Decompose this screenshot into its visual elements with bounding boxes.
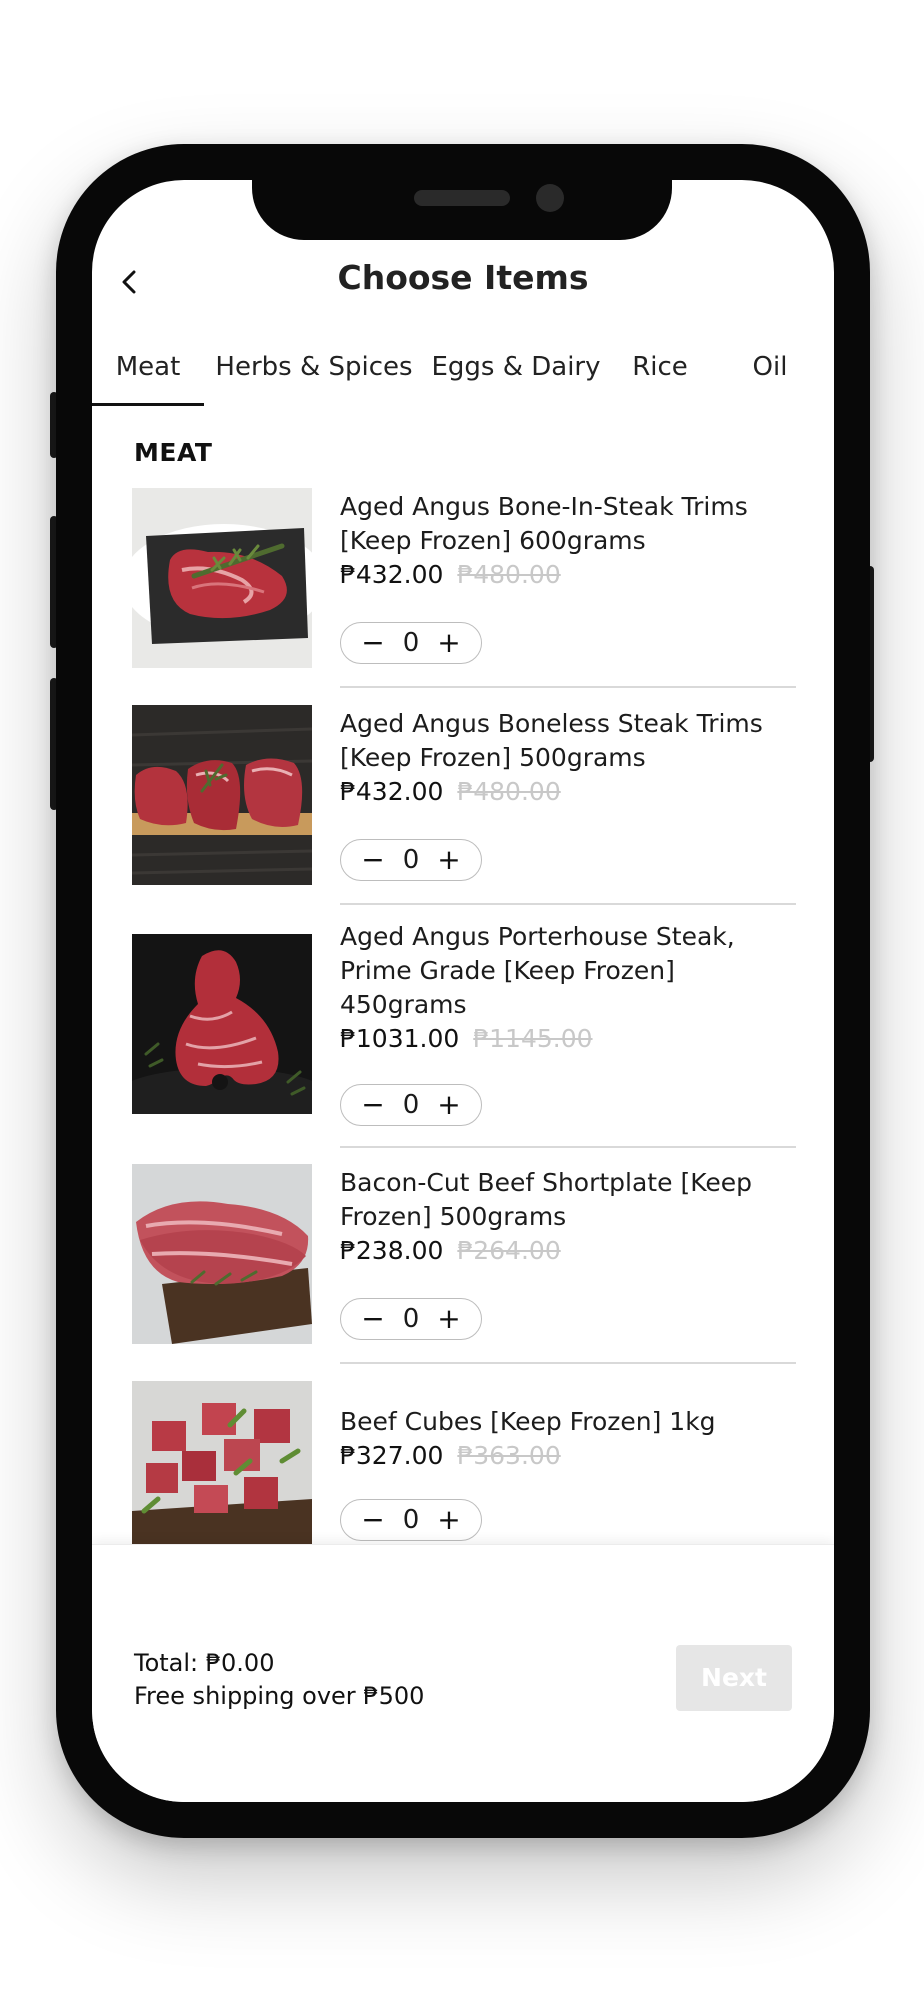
- section-title: MEAT: [134, 438, 213, 467]
- quantity-value: 0: [402, 1090, 420, 1120]
- product-name: Beef Cubes [Keep Frozen] 1kg: [340, 1407, 716, 1436]
- product-old-price: ₱363.00: [457, 1441, 561, 1470]
- checkout-footer: Total: ₱0.00 Free shipping over ₱500 Nex…: [92, 1544, 834, 1802]
- price-row: ₱327.00 ₱363.00: [340, 1439, 796, 1473]
- increase-quantity-button[interactable]: +: [429, 623, 469, 663]
- category-tabs: Meat Herbs & Spices Eggs & Dairy Rice Oi…: [92, 346, 834, 406]
- product-item: Aged Angus Boneless Steak Trims [Keep Fr…: [132, 705, 796, 905]
- increase-quantity-button[interactable]: +: [429, 1299, 469, 1339]
- divider: [340, 1146, 796, 1148]
- product-image-porterhouse-steak[interactable]: [132, 934, 312, 1114]
- tab-eggs-dairy[interactable]: Eggs & Dairy: [428, 346, 604, 406]
- product-price: ₱432.00: [340, 560, 444, 589]
- order-total: Total: ₱0.00: [134, 1649, 275, 1677]
- increase-quantity-button[interactable]: +: [429, 1500, 469, 1540]
- price-row: ₱1031.00 ₱1145.00: [340, 1022, 796, 1056]
- quantity-stepper: − 0 +: [340, 1084, 482, 1126]
- product-name: Aged Angus Porterhouse Steak, Prime Grad…: [340, 922, 735, 1019]
- increase-quantity-button[interactable]: +: [429, 840, 469, 880]
- product-info: Bacon-Cut Beef Shortplate [Keep Frozen] …: [340, 1166, 796, 1268]
- product-image-bone-in-steak[interactable]: [132, 488, 312, 668]
- quantity-stepper: − 0 +: [340, 622, 482, 664]
- front-camera: [536, 184, 564, 212]
- product-image-beef-cubes[interactable]: [132, 1381, 312, 1561]
- product-info: Aged Angus Bone-In-Steak Trims [Keep Fro…: [340, 490, 796, 592]
- speaker-grille: [414, 190, 510, 206]
- product-price: ₱327.00: [340, 1441, 444, 1470]
- quantity-value: 0: [402, 628, 420, 658]
- product-item: Aged Angus Porterhouse Steak, Prime Grad…: [132, 918, 796, 1148]
- tab-herbs-spices[interactable]: Herbs & Spices: [210, 346, 418, 406]
- product-price: ₱432.00: [340, 777, 444, 806]
- product-item: Aged Angus Bone-In-Steak Trims [Keep Fro…: [132, 488, 796, 688]
- divider: [340, 686, 796, 688]
- product-item: Bacon-Cut Beef Shortplate [Keep Frozen] …: [132, 1164, 796, 1364]
- shipping-note: Free shipping over ₱500: [134, 1682, 425, 1710]
- increase-quantity-button[interactable]: +: [429, 1085, 469, 1125]
- product-info: Beef Cubes [Keep Frozen] 1kg ₱327.00 ₱36…: [340, 1405, 796, 1473]
- divider: [340, 903, 796, 905]
- tab-oil[interactable]: Oil: [740, 346, 800, 406]
- product-name: Bacon-Cut Beef Shortplate [Keep Frozen] …: [340, 1168, 752, 1231]
- quantity-stepper: − 0 +: [340, 839, 482, 881]
- product-price: ₱1031.00: [340, 1024, 460, 1053]
- product-info: Aged Angus Boneless Steak Trims [Keep Fr…: [340, 707, 796, 809]
- product-price: ₱238.00: [340, 1236, 444, 1265]
- phone-notch: [252, 180, 672, 240]
- price-row: ₱432.00 ₱480.00: [340, 558, 796, 592]
- product-name: Aged Angus Bone-In-Steak Trims [Keep Fro…: [340, 492, 748, 555]
- phone-frame: Choose Items Meat Herbs & Spices Eggs & …: [56, 144, 870, 1838]
- product-old-price: ₱264.00: [457, 1236, 561, 1265]
- divider: [340, 1362, 796, 1364]
- product-old-price: ₱1145.00: [473, 1024, 593, 1053]
- phone-screen: Choose Items Meat Herbs & Spices Eggs & …: [92, 180, 834, 1802]
- page-title: Choose Items: [337, 258, 589, 297]
- price-row: ₱432.00 ₱480.00: [340, 775, 796, 809]
- quantity-value: 0: [402, 845, 420, 875]
- product-name: Aged Angus Boneless Steak Trims [Keep Fr…: [340, 709, 763, 772]
- quantity-stepper: − 0 +: [340, 1298, 482, 1340]
- quantity-value: 0: [402, 1304, 420, 1334]
- product-image-boneless-steak[interactable]: [132, 705, 312, 885]
- quantity-stepper: − 0 +: [340, 1499, 482, 1541]
- quantity-value: 0: [402, 1505, 420, 1535]
- product-info: Aged Angus Porterhouse Steak, Prime Grad…: [340, 920, 796, 1056]
- price-row: ₱238.00 ₱264.00: [340, 1234, 796, 1268]
- tab-meat[interactable]: Meat: [92, 346, 204, 406]
- tab-rice[interactable]: Rice: [620, 346, 700, 406]
- product-old-price: ₱480.00: [457, 560, 561, 589]
- product-old-price: ₱480.00: [457, 777, 561, 806]
- next-button[interactable]: Next: [676, 1645, 792, 1711]
- product-image-bacon-cut-shortplate[interactable]: [132, 1164, 312, 1344]
